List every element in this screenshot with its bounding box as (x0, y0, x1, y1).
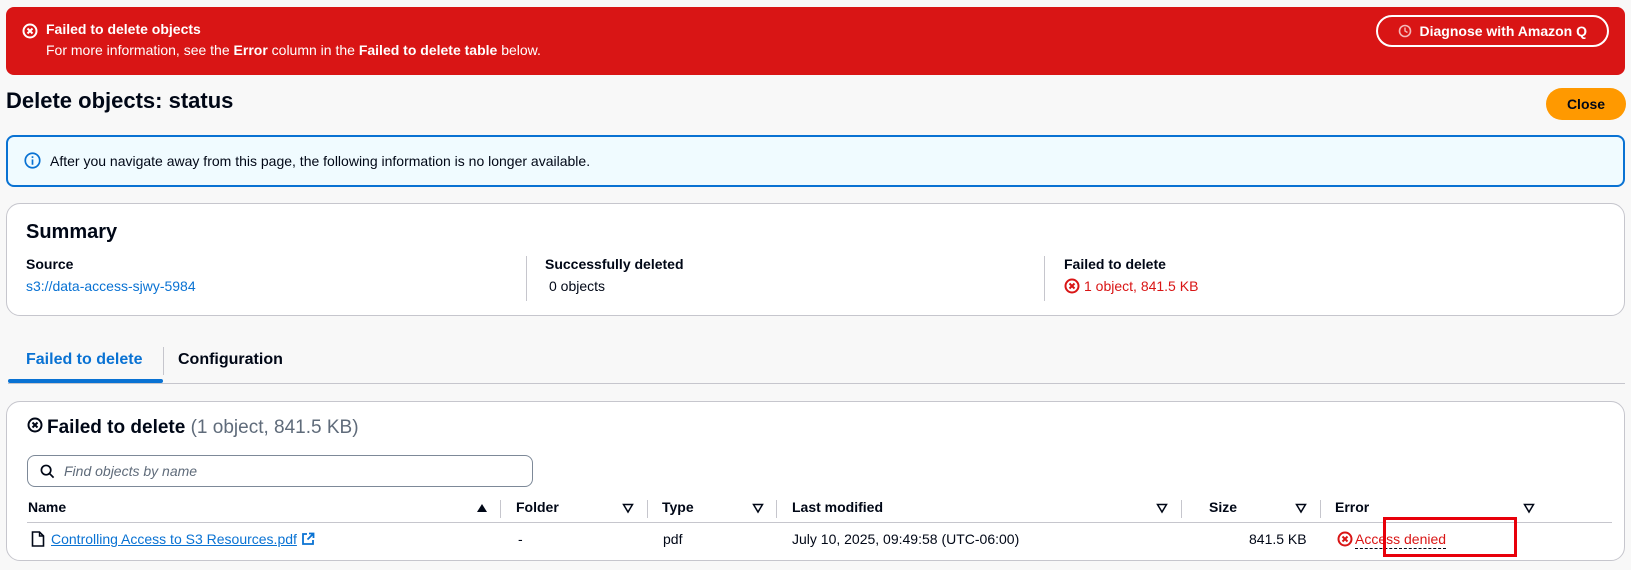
table-cell-type: pdf (663, 531, 683, 547)
table-row-name: Controlling Access to S3 Resources.pdf (51, 531, 315, 547)
info-icon (24, 152, 41, 169)
error-icon (1064, 278, 1080, 294)
column-separator[interactable] (776, 500, 777, 518)
info-alert: After you navigate away from this page, … (6, 135, 1625, 187)
column-header-type[interactable]: Type (662, 499, 694, 515)
sort-icon[interactable] (1156, 502, 1168, 514)
failed-label: Failed to delete (1064, 256, 1166, 272)
error-icon (27, 417, 43, 433)
table-cell-last-modified: July 10, 2025, 09:49:58 (UTC-06:00) (792, 531, 1020, 547)
error-icon (1337, 531, 1353, 547)
summary-source: Source s3://data-access-sjwy-5984 (26, 256, 196, 294)
info-text: After you navigate away from this page, … (50, 153, 591, 169)
column-header-last-modified[interactable]: Last modified (792, 499, 883, 515)
flash-title: Failed to delete objects (46, 21, 201, 37)
error-icon (22, 23, 38, 39)
success-value: 0 objects (549, 278, 606, 294)
amazon-q-icon (1398, 24, 1411, 38)
success-label: Successfully deleted (545, 256, 684, 272)
search-box[interactable] (27, 455, 533, 487)
file-icon (31, 531, 45, 547)
tab-configuration[interactable]: Configuration (178, 351, 283, 369)
summary-success: Successfully deleted 0 objects (545, 256, 684, 294)
active-tab-indicator (8, 379, 163, 383)
summary-failed: Failed to delete 1 object, 841.5 KB (1064, 256, 1198, 294)
table-count: (1 object, 841.5 KB) (190, 417, 359, 438)
column-divider (526, 256, 527, 301)
diagnose-label: Diagnose with Amazon Q (1419, 23, 1588, 39)
table-cell-folder: - (518, 531, 523, 547)
summary-container: Summary Source s3://data-access-sjwy-598… (6, 203, 1625, 316)
tab-bar: Failed to delete Configuration (8, 339, 1625, 384)
page-title: Delete objects: status (6, 88, 234, 113)
diagnose-amazon-q-button[interactable]: Diagnose with Amazon Q (1375, 15, 1609, 47)
sort-icon[interactable] (1523, 502, 1535, 514)
tab-failed-to-delete[interactable]: Failed to delete (26, 351, 142, 369)
column-header-error[interactable]: Error (1335, 499, 1369, 515)
column-separator[interactable] (1181, 500, 1182, 518)
close-button[interactable]: Close (1546, 88, 1626, 120)
column-separator[interactable] (647, 500, 648, 518)
column-separator[interactable] (1320, 500, 1321, 518)
column-divider (1044, 256, 1045, 301)
column-header-name[interactable]: Name (28, 499, 66, 515)
table-heading: Failed to delete (1 object, 841.5 KB) (27, 417, 359, 439)
summary-heading: Summary (26, 221, 118, 243)
error-highlight-box (1383, 517, 1517, 557)
search-icon (40, 464, 55, 479)
column-header-size[interactable]: Size (1209, 499, 1237, 515)
flash-message: For more information, see the Error colu… (46, 42, 541, 58)
source-label: Source (26, 256, 74, 272)
external-link-icon[interactable] (301, 532, 315, 546)
sort-icon[interactable] (752, 502, 764, 514)
column-separator[interactable] (500, 500, 501, 518)
sort-icon[interactable] (1295, 502, 1307, 514)
search-input[interactable] (64, 456, 524, 486)
tab-separator (163, 347, 164, 375)
table-cell-size: 841.5 KB (1249, 531, 1307, 547)
failed-value-text: 1 object, 841.5 KB (1084, 278, 1199, 294)
header-divider (27, 522, 1612, 523)
source-link[interactable]: s3://data-access-sjwy-5984 (26, 278, 196, 294)
sort-ascending-icon[interactable] (476, 502, 488, 514)
column-header-folder[interactable]: Folder (516, 499, 559, 515)
file-link[interactable]: Controlling Access to S3 Resources.pdf (51, 531, 297, 547)
failed-value: 1 object, 841.5 KB (1064, 278, 1198, 294)
sort-icon[interactable] (622, 502, 634, 514)
error-flashbar: Failed to delete objects For more inform… (6, 7, 1625, 75)
table-heading-text: Failed to delete (47, 417, 186, 438)
